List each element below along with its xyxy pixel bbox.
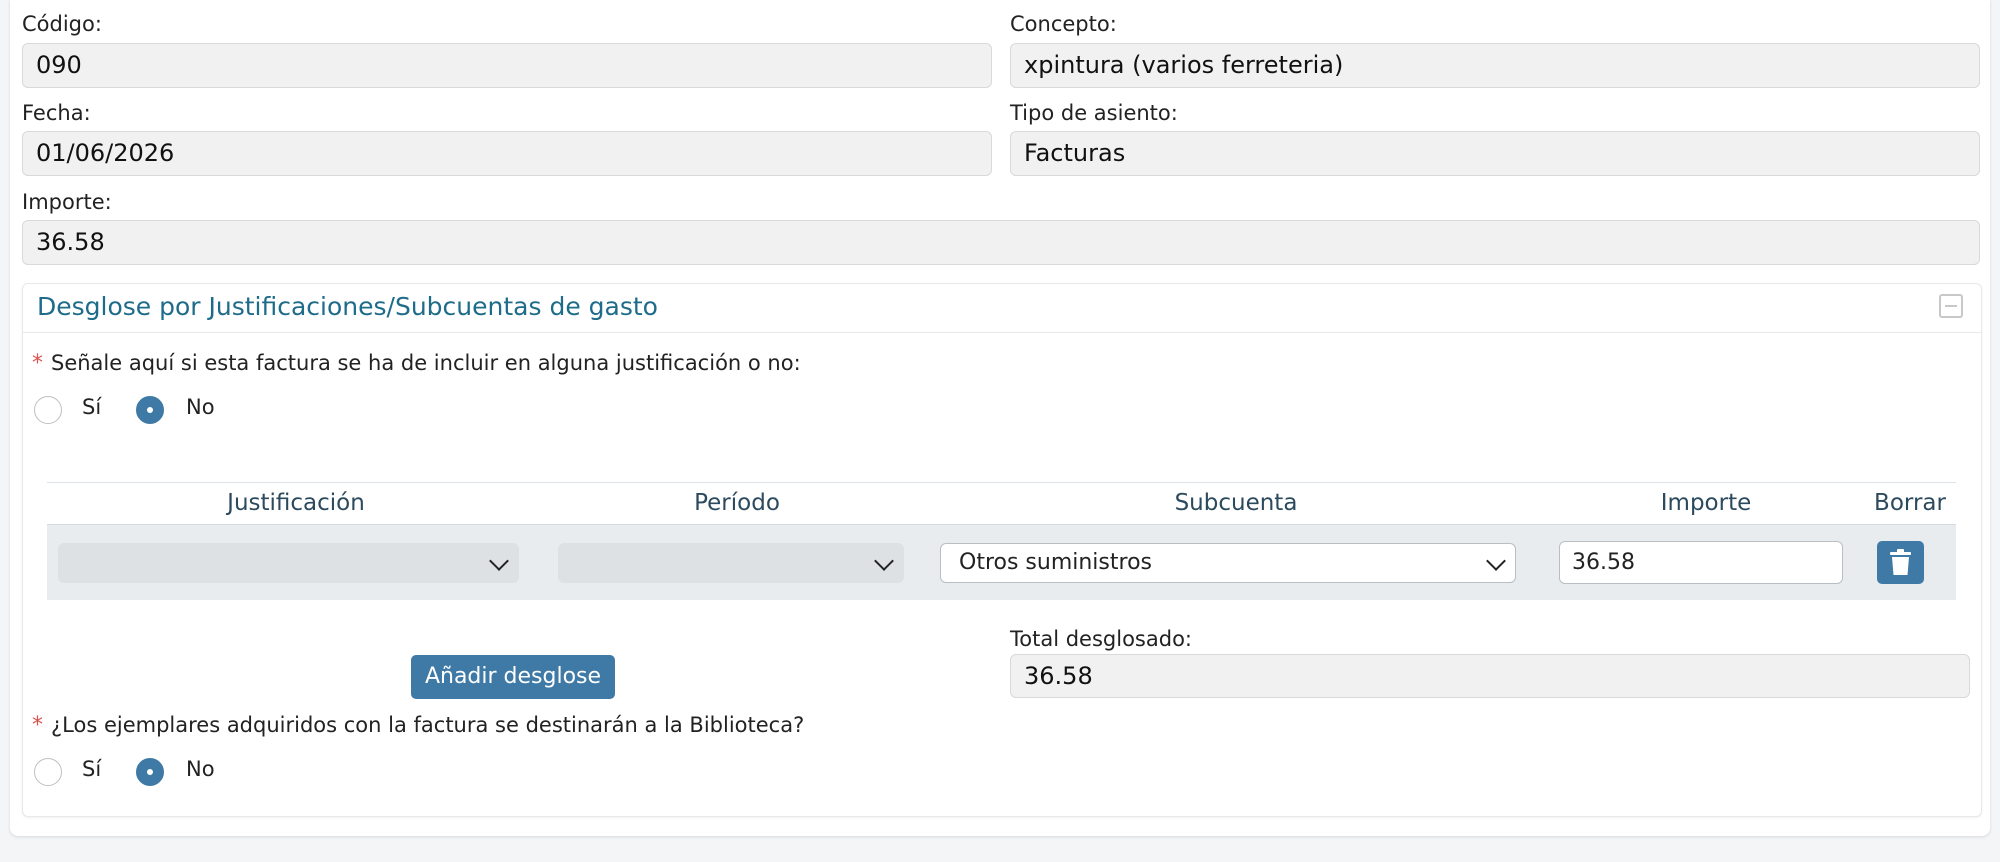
concepto-field: xpintura (varios ferreteria) (1010, 43, 1980, 88)
chevron-down-icon (874, 551, 894, 571)
concepto-label: Concepto: (1010, 12, 1117, 36)
fecha-label: Fecha: (22, 101, 91, 125)
panel-title: Desglose por Justificaciones/Subcuentas … (37, 292, 658, 321)
radio-justificacion-no[interactable] (136, 396, 164, 424)
trash-icon (1890, 549, 1911, 575)
col-header-subcuenta: Subcuenta (1174, 490, 1298, 516)
tipo-asiento-field: Facturas (1010, 131, 1980, 176)
col-header-importe: Importe (1660, 490, 1752, 516)
add-desglose-button[interactable]: Añadir desglose (411, 655, 615, 699)
radio-biblioteca-no-label: No (186, 757, 215, 781)
subcuenta-select[interactable]: Otros suministros (940, 543, 1516, 583)
importe-row-input[interactable]: 36.58 (1559, 541, 1843, 584)
codigo-field: 090 (22, 43, 992, 88)
tipo-asiento-label: Tipo de asiento: (1010, 101, 1178, 125)
fecha-field: 01/06/2026 (22, 131, 992, 176)
col-header-periodo: Período (694, 490, 780, 516)
justificacion-select[interactable] (58, 543, 519, 583)
radio-justificacion-si-label: Sí (82, 395, 102, 419)
codigo-label: Código: (22, 12, 102, 36)
panel-header: Desglose por Justificaciones/Subcuentas … (23, 284, 1981, 333)
importe-label: Importe: (22, 190, 112, 214)
total-desglosado-label: Total desglosado: (1010, 627, 1192, 651)
question-biblioteca-text: ¿Los ejemplares adquiridos con la factur… (51, 713, 805, 737)
required-asterisk: * (32, 713, 43, 738)
radio-biblioteca-si[interactable] (34, 758, 62, 786)
radio-biblioteca-no[interactable] (136, 758, 164, 786)
required-asterisk: * (32, 351, 43, 376)
question-biblioteca: * ¿Los ejemplares adquiridos con la factu… (32, 713, 804, 738)
subcuenta-select-value: Otros suministros (959, 550, 1152, 575)
question-justificacion: * Señale aquí si esta factura se ha de in… (32, 351, 801, 376)
delete-row-button[interactable] (1877, 541, 1924, 584)
col-header-justificacion: Justificación (227, 490, 365, 516)
radio-justificacion-no-label: No (186, 395, 215, 419)
periodo-select[interactable] (558, 543, 904, 583)
radio-biblioteca-si-label: Sí (82, 757, 102, 781)
importe-field: 36.58 (22, 220, 1980, 265)
total-desglosado-field: 36.58 (1010, 654, 1970, 698)
radio-justificacion-si[interactable] (34, 396, 62, 424)
question-justificacion-text: Señale aquí si esta factura se ha de inc… (51, 351, 801, 375)
col-header-borrar: Borrar (1874, 490, 1946, 516)
chevron-down-icon (489, 551, 509, 571)
collapse-icon[interactable] (1939, 294, 1963, 318)
chevron-down-icon (1486, 551, 1506, 571)
table-divider (47, 482, 1956, 483)
